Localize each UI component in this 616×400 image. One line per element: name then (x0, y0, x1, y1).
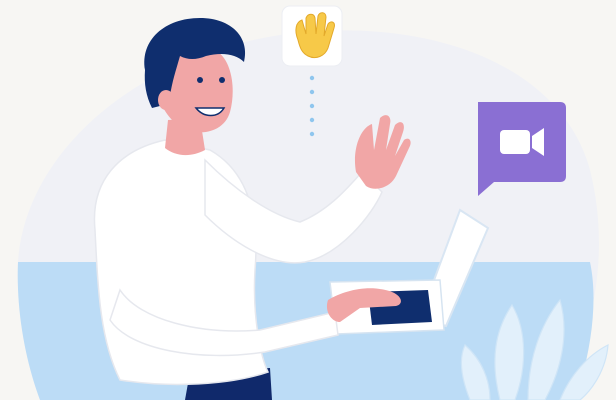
video-call-illustration (17, 5, 609, 400)
ear (158, 90, 174, 110)
eye-right (219, 77, 225, 83)
eye-left (197, 77, 203, 83)
illustration-canvas (0, 0, 616, 400)
video-call-badge (478, 102, 566, 196)
waving-hand-card (281, 5, 343, 67)
